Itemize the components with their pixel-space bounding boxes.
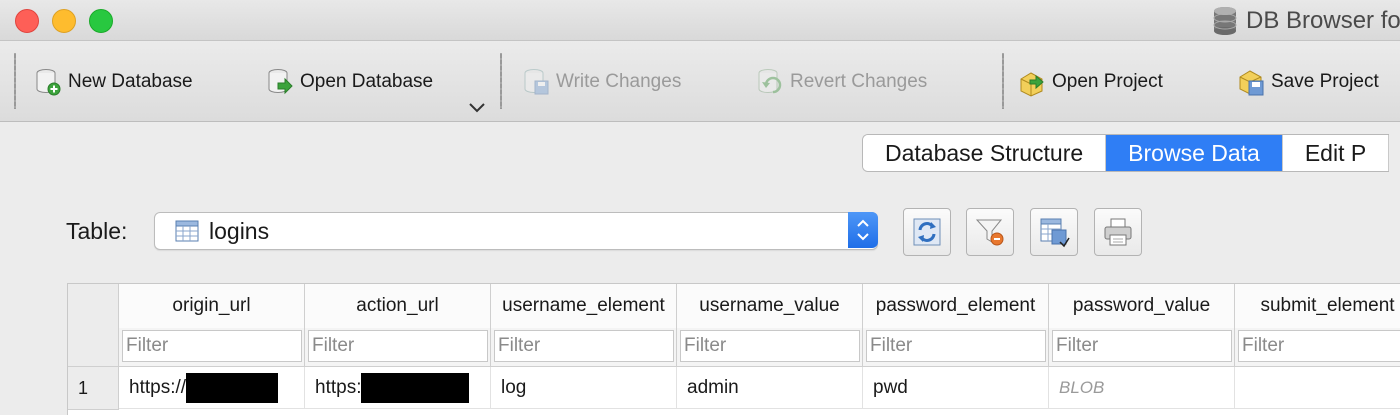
filter-cell — [119, 328, 305, 367]
tab-database-structure[interactable]: Database Structure — [863, 135, 1107, 171]
zoom-window-button[interactable] — [89, 9, 113, 33]
main-tabs: Database Structure Browse Data Edit P — [862, 134, 1390, 172]
table-select-stepper[interactable] — [848, 212, 878, 248]
filter-input-username-element[interactable] — [494, 330, 674, 362]
save-table-button[interactable] — [1030, 208, 1078, 256]
write-changes-label: Write Changes — [556, 71, 682, 92]
open-project-button[interactable]: Open Project — [1018, 65, 1163, 99]
refresh-button[interactable] — [903, 208, 951, 256]
new-database-label: New Database — [68, 71, 193, 92]
table-select[interactable]: logins — [154, 212, 878, 250]
tab-browse-data[interactable]: Browse Data — [1106, 135, 1283, 171]
save-project-icon — [1239, 70, 1264, 96]
open-database-label: Open Database — [300, 71, 434, 92]
revert-changes-icon — [758, 69, 782, 94]
save-project-label: Save Project — [1271, 71, 1379, 92]
column-header[interactable]: username_element — [491, 284, 677, 329]
toolbar-grip[interactable] — [500, 53, 502, 109]
revert-changes-label: Revert Changes — [790, 71, 928, 92]
table-label: Table: — [66, 218, 128, 244]
filter-cell — [1235, 328, 1400, 367]
grid-corner[interactable] — [68, 284, 119, 367]
table-cell-submit-element[interactable] — [1235, 367, 1400, 409]
filter-cell — [1049, 328, 1235, 367]
app-title-text: DB Browser fo — [1246, 7, 1400, 34]
clear-filters-button[interactable] — [966, 208, 1014, 256]
row-number[interactable]: 1 — [68, 367, 119, 410]
table-cell-origin-url[interactable]: https:// — [119, 367, 305, 409]
column-header[interactable]: submit_element — [1235, 284, 1400, 329]
column-header[interactable]: username_value — [677, 284, 863, 329]
chevron-down-icon[interactable] — [468, 101, 486, 115]
write-changes-icon — [524, 69, 549, 95]
data-grid: origin_url action_url username_element u… — [67, 283, 1400, 415]
table-cell-action-url[interactable]: https: — [305, 367, 491, 409]
close-window-button[interactable] — [15, 9, 39, 33]
print-button[interactable] — [1094, 208, 1142, 256]
clear-filter-icon — [975, 219, 1004, 246]
open-database-button[interactable]: Open Database — [266, 65, 433, 99]
filter-cell — [863, 328, 1049, 367]
table-cell-password-value[interactable]: BLOB — [1049, 367, 1235, 409]
toolbar-grip[interactable] — [1002, 53, 1004, 109]
column-header[interactable]: password_element — [863, 284, 1049, 329]
filter-input-password-value[interactable] — [1052, 330, 1232, 362]
new-database-button[interactable]: New Database — [34, 65, 193, 99]
column-header[interactable]: action_url — [305, 284, 491, 329]
chevron-up-down-icon — [857, 219, 869, 241]
filter-input-origin-url[interactable] — [122, 330, 302, 362]
printer-icon — [1104, 218, 1132, 246]
redaction-bar — [361, 372, 470, 403]
column-header[interactable]: origin_url — [119, 284, 305, 329]
tab-edit-pragmas[interactable]: Edit P — [1282, 135, 1390, 171]
table-icon — [175, 220, 199, 242]
window-title: DB Browser fo — [1212, 6, 1400, 36]
cell-text: https:// — [129, 377, 187, 398]
table-cell-username-value[interactable]: admin — [677, 367, 863, 409]
open-database-icon — [268, 69, 293, 95]
save-table-icon — [1040, 218, 1070, 248]
filter-input-submit-element[interactable] — [1238, 330, 1400, 362]
filter-cell — [677, 328, 863, 367]
save-project-button[interactable]: Save Project — [1237, 65, 1379, 99]
refresh-icon — [913, 218, 941, 246]
filter-input-username-value[interactable] — [680, 330, 860, 362]
cell-text: https: — [315, 377, 362, 398]
title-bar: DB Browser fo — [0, 0, 1400, 41]
toolbar-grip[interactable] — [14, 53, 16, 109]
main-toolbar: New Database Open Database Write Changes… — [0, 41, 1400, 122]
open-project-label: Open Project — [1052, 71, 1163, 92]
database-icon — [1213, 7, 1237, 35]
redaction-bar — [186, 372, 279, 403]
revert-changes-button[interactable]: Revert Changes — [756, 65, 927, 99]
filter-cell — [491, 328, 677, 367]
filter-cell — [305, 328, 491, 367]
column-header[interactable]: password_value — [1049, 284, 1235, 329]
table-cell-password-element[interactable]: pwd — [863, 367, 1049, 409]
write-changes-button[interactable]: Write Changes — [522, 65, 681, 99]
filter-input-action-url[interactable] — [308, 330, 488, 362]
minimize-window-button[interactable] — [52, 9, 76, 33]
new-database-icon — [36, 69, 61, 96]
table-cell-username-element[interactable]: log — [491, 367, 677, 409]
table-select-value: logins — [209, 218, 270, 244]
open-project-icon — [1020, 72, 1044, 97]
filter-input-password-element[interactable] — [866, 330, 1046, 362]
